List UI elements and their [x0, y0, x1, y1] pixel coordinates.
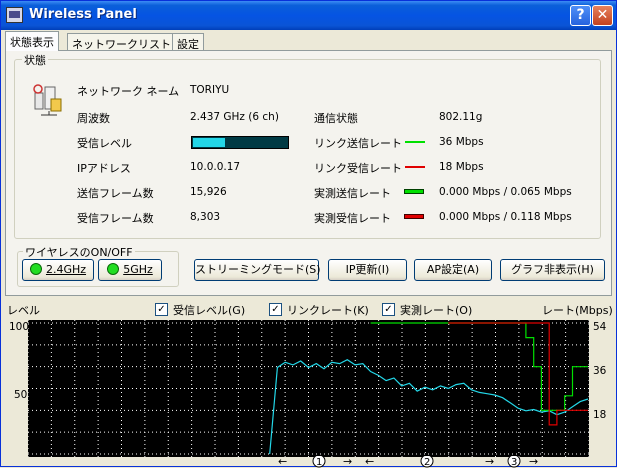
tx-frames-label: 送信フレーム数 — [77, 187, 154, 200]
link-tx-label: リンク送信レート — [314, 137, 402, 150]
tx-frames-value: 15,926 — [190, 186, 227, 198]
rx-level-fill — [193, 138, 225, 147]
right-tick-54: 54 — [593, 321, 607, 333]
meas-rx-value: 0.000 Mbps / 0.118 Mbps — [439, 211, 572, 223]
measured-rate-checkbox[interactable]: ✓ — [382, 303, 395, 316]
marker-arrow-left: ← — [365, 456, 374, 468]
link-rx-label: リンク受信レート — [314, 162, 402, 175]
ip-value: 10.0.0.17 — [190, 161, 241, 173]
left-tick-100: 100 — [9, 321, 30, 333]
frequency-value: 2.437 GHz (6 ch) — [190, 111, 279, 123]
meas-tx-value: 0.000 Mbps / 0.065 Mbps — [439, 186, 572, 198]
streaming-mode-button[interactable]: ストリーミングモード(S) — [194, 259, 321, 281]
wireless-panel-window: Wireless Panel ? ✕ 状態表示 ネットワークリスト 設定 状態 … — [0, 0, 617, 468]
ip-label: IPアドレス — [77, 162, 131, 175]
marker-1: 1 — [316, 457, 322, 468]
marker-arrow-right: → — [343, 456, 352, 468]
rx-frames-label: 受信フレーム数 — [77, 212, 154, 225]
marker-arrow-left: ← — [278, 456, 287, 468]
meas-rx-label: 実測受信レート — [314, 212, 391, 225]
toggle-24ghz-button[interactable]: 2.4GHz — [22, 259, 94, 281]
level-checkbox[interactable]: ✓ — [155, 303, 168, 316]
marker-3: 3 — [511, 457, 517, 468]
tab-network-list[interactable]: ネットワークリスト — [67, 33, 176, 51]
toggle-5ghz-button[interactable]: 5GHz — [98, 259, 162, 281]
marker-arrow-right: → — [485, 456, 494, 468]
title-bar[interactable]: Wireless Panel ? ✕ — [1, 1, 616, 30]
rx-frames-value: 8,303 — [190, 211, 221, 223]
close-button[interactable]: ✕ — [592, 5, 613, 26]
meas-rx-line-swatch — [404, 214, 424, 219]
series-line-1 — [370, 322, 588, 411]
toggle-5ghz-label: 5GHz — [123, 263, 153, 276]
wireless-panel-icon — [6, 7, 23, 23]
toggle-24ghz-label: 2.4GHz — [45, 263, 87, 276]
signal-graph — [28, 320, 589, 457]
link-rate-checkbox[interactable]: ✓ — [269, 303, 282, 316]
rx-level-bar — [191, 136, 289, 149]
window-title: Wireless Panel — [29, 7, 137, 22]
series-line-0 — [269, 359, 589, 455]
status-led-icon — [29, 263, 42, 275]
hide-graph-button[interactable]: グラフ非表示(H) — [500, 259, 605, 281]
meas-tx-line-swatch — [404, 189, 424, 194]
comm-state-label: 通信状態 — [314, 112, 358, 125]
wireless-onoff-label: ワイヤレスのON/OFF — [23, 244, 135, 260]
marker-arrow-right: → — [529, 456, 538, 468]
ip-update-button[interactable]: IP更新(I) — [328, 259, 407, 281]
left-tick-50: 50 — [14, 389, 28, 401]
network-name-label: ネットワーク ネーム — [77, 85, 180, 98]
rx-level-label: 受信レベル — [77, 137, 132, 150]
status-led-icon — [107, 263, 120, 275]
graph-markers: ← 1 → ← 2 → 3 → — [278, 456, 538, 468]
graph-left-title: レベル — [7, 304, 40, 317]
series-line-2 — [448, 322, 588, 426]
network-name-value: TORIYU — [190, 84, 230, 96]
ap-settings-button[interactable]: AP設定(A) — [414, 259, 492, 281]
level-checkbox-label[interactable]: 受信レベル(G) — [173, 302, 245, 318]
meas-tx-label: 実測送信レート — [314, 187, 391, 200]
wireless-network-icon — [29, 81, 65, 117]
right-tick-36: 36 — [593, 365, 607, 377]
frequency-label: 周波数 — [77, 112, 110, 125]
status-group-label: 状態 — [22, 52, 48, 68]
link-tx-value: 36 Mbps — [439, 136, 484, 148]
right-tick-18: 18 — [593, 409, 607, 421]
link-rate-checkbox-label[interactable]: リンクレート(K) — [287, 302, 369, 318]
measured-rate-checkbox-label[interactable]: 実測レート(O) — [400, 302, 472, 318]
link-tx-line-swatch — [405, 141, 425, 143]
comm-state-value: 802.11g — [439, 111, 483, 123]
tab-settings[interactable]: 設定 — [172, 33, 204, 51]
graph-right-title: レート(Mbps) — [542, 304, 613, 317]
marker-2: 2 — [424, 457, 430, 468]
signal-graph-plot — [28, 320, 589, 457]
tab-status[interactable]: 状態表示 — [5, 31, 59, 51]
link-rx-line-swatch — [405, 166, 425, 168]
link-rx-value: 18 Mbps — [439, 161, 484, 173]
help-button[interactable]: ? — [570, 5, 591, 26]
